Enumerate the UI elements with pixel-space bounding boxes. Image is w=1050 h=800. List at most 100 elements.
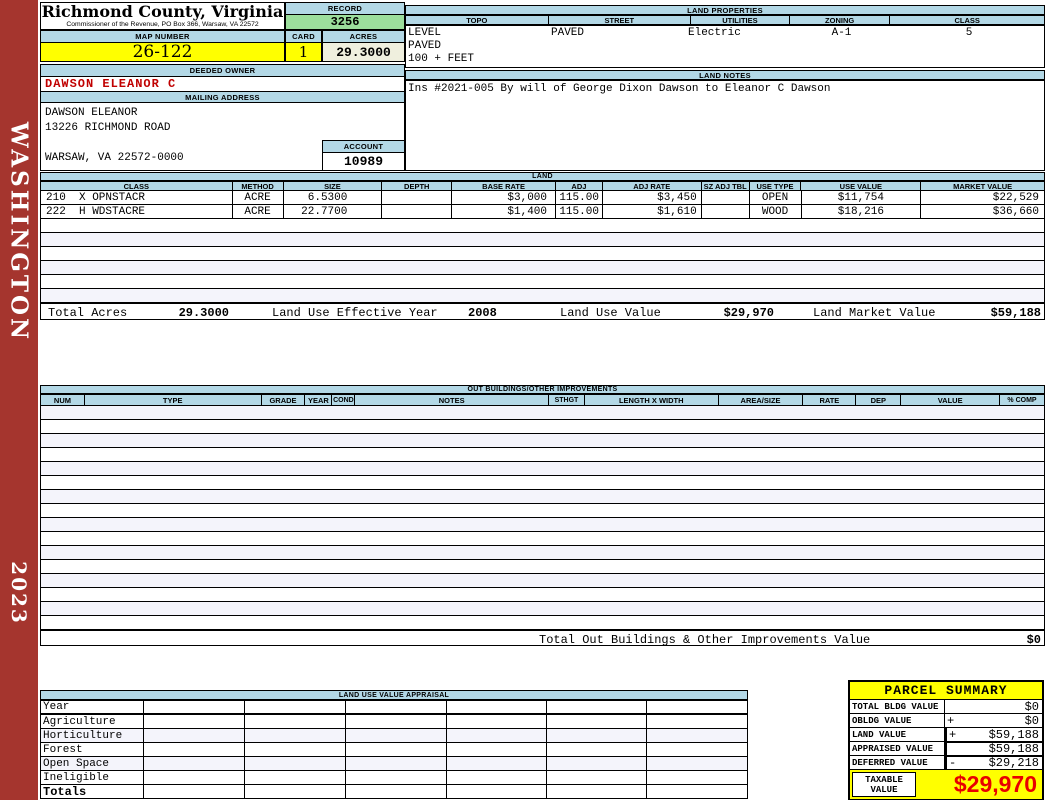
summary-value: $59,188	[988, 741, 1039, 756]
column-topo: TOPO	[406, 16, 549, 24]
col-base-rate: BASE RATE	[452, 182, 556, 190]
land-properties-columns: TOPO STREET UTILITIES ZONING CLASS	[405, 15, 1045, 25]
summary-op: -	[949, 755, 957, 770]
land-table-header: LAND	[40, 172, 1045, 181]
zoning-value: A-1	[831, 27, 852, 39]
col-adj: ADJ	[556, 182, 603, 190]
cell-adj: 115.00	[556, 205, 603, 218]
cell-use-value: $18,216	[802, 205, 922, 218]
appraisal-row-label: Horticulture	[40, 729, 144, 743]
summary-op	[947, 742, 961, 755]
column-class: CLASS	[954, 16, 980, 24]
land-market-value-label: Land Market Value	[813, 306, 936, 320]
empty-land-row	[40, 275, 1045, 289]
property-record-card: WASHINGTON 2023 Richmond County, Virgini…	[0, 0, 1050, 800]
address-line: WARSAW, VA 22572-0000	[45, 152, 184, 164]
empty-land-row	[40, 289, 1045, 303]
empty-outbuilding-row	[40, 420, 1045, 434]
commissioner-line: Commissioner of the Revenue, PO Box 366,…	[66, 21, 259, 28]
appraisal-row-horticulture: Horticulture	[40, 729, 748, 743]
column-street: STREET	[549, 16, 692, 24]
topo-value-3: 100 + FEET	[408, 53, 475, 65]
col-value: VALUE	[901, 395, 1001, 405]
appraisal-row-label: Year	[40, 700, 144, 715]
column-utilities: UTILITIES	[691, 16, 790, 24]
cell-class: 210 X OPNSTACR	[41, 191, 233, 204]
map-number-value: 26-122	[40, 42, 285, 62]
empty-outbuilding-row	[40, 504, 1045, 518]
empty-land-row	[40, 219, 1045, 233]
col-method: METHOD	[233, 182, 284, 190]
empty-land-row	[40, 261, 1045, 275]
total-acres-label: Total Acres	[48, 306, 128, 320]
empty-outbuilding-row	[40, 602, 1045, 616]
summary-label: LAND VALUE	[850, 728, 945, 742]
taxable-value: $29,970	[953, 771, 1037, 797]
col-market-value: MARKET VALUE	[953, 182, 1013, 190]
appraisal-row-ineligible: Ineligible	[40, 771, 748, 785]
col-cond: COND	[333, 395, 356, 405]
cell-class: 222 H WDSTACRE	[41, 205, 233, 218]
empty-outbuilding-row	[40, 434, 1045, 448]
appraisal-row-open-space: Open Space	[40, 757, 748, 771]
land-market-value: $59,188	[990, 306, 1041, 320]
summary-value: $0	[1024, 713, 1039, 728]
land-use-value: $29,970	[723, 306, 774, 320]
empty-outbuilding-row	[40, 448, 1045, 462]
col-year: YEAR	[305, 395, 333, 405]
street-value: PAVED	[551, 27, 585, 39]
parcel-summary-title: PARCEL SUMMARY	[850, 682, 1042, 700]
out-buildings-total-label: Total Out Buildings & Other Improvements…	[539, 633, 871, 647]
summary-value: $0	[1024, 699, 1039, 714]
summary-label: APPRAISED VALUE	[850, 742, 945, 756]
cell-sz-adj-tbl	[702, 205, 750, 218]
sidebar-district-label: WASHINGTON	[5, 121, 33, 343]
cell-base-rate: $1,400	[452, 205, 557, 218]
col-type: TYPE	[85, 395, 262, 405]
empty-outbuilding-row	[40, 574, 1045, 588]
land-properties-values: LEVEL PAVED Electric A-1 5 PAVED 100 + F…	[405, 25, 1045, 68]
col-area-size: AREA/SIZE	[719, 395, 804, 405]
cell-market-value: $22,529	[992, 191, 1040, 204]
empty-outbuilding-row	[40, 406, 1045, 420]
col-size: SIZE	[284, 182, 383, 190]
empty-outbuilding-row	[40, 560, 1045, 574]
summary-row-total-bldg: TOTAL BLDG VALUE $0	[850, 700, 1042, 714]
cell-use-type: WOOD	[750, 205, 802, 218]
col-depth: DEPTH	[382, 182, 453, 190]
out-buildings-header: OUT BUILDINGS/OTHER IMPROVEMENTS	[40, 385, 1045, 394]
col-use-type: USE TYPE	[750, 182, 802, 190]
topo-value-2: PAVED	[408, 40, 442, 52]
land-totals-row: Total Acres 29.3000 Land Use Effective Y…	[40, 303, 1045, 320]
empty-outbuilding-row	[40, 616, 1045, 630]
land-row: 210 X OPNSTACR ACRE 6.5300 $3,000 115.00…	[40, 191, 1045, 205]
empty-outbuilding-row	[40, 490, 1045, 504]
col-use-value: USE VALUE	[801, 182, 922, 190]
summary-row-deferred: DEFERRED VALUE - $29,218	[850, 755, 1042, 771]
effective-year-value: 2008	[468, 306, 497, 320]
topo-value-1: LEVEL	[408, 27, 442, 39]
cell-adj-rate: $3,450	[603, 191, 702, 204]
appraisal-row-label: Agriculture	[40, 715, 144, 729]
parcel-summary: PARCEL SUMMARY TOTAL BLDG VALUE $0 OBLDG…	[848, 680, 1044, 800]
cell-size: 22.7700	[284, 205, 383, 218]
empty-outbuilding-row	[40, 518, 1045, 532]
col-sthgt: STHGT	[549, 395, 585, 405]
appraisal-row-year: Year	[40, 700, 748, 715]
effective-year-label: Land Use Effective Year	[272, 306, 438, 320]
taxable-value-label: TAXABLE VALUE	[852, 772, 916, 797]
col-length-width: LENGTH X WIDTH	[585, 395, 719, 405]
col-dep: DEP	[856, 395, 902, 405]
land-row: 222 H WDSTACRE ACRE 22.7700 $1,400 115.0…	[40, 205, 1045, 219]
summary-label: OBLDG VALUE	[850, 714, 945, 728]
sidebar: WASHINGTON 2023	[0, 0, 38, 800]
cell-method: ACRE	[233, 205, 284, 218]
empty-land-row	[40, 247, 1045, 261]
col-rate: RATE	[803, 395, 857, 405]
summary-row-appraised: APPRAISED VALUE $59,188	[850, 741, 1042, 757]
empty-outbuilding-row	[40, 546, 1045, 560]
land-notes-box: Ins #2021-005 By will of George Dixon Da…	[405, 80, 1045, 171]
cell-use-value: $11,754	[802, 191, 922, 204]
land-table-columns: CLASS METHOD SIZE DEPTH BASE RATE ADJ AD…	[40, 181, 1045, 191]
empty-outbuilding-row	[40, 588, 1045, 602]
